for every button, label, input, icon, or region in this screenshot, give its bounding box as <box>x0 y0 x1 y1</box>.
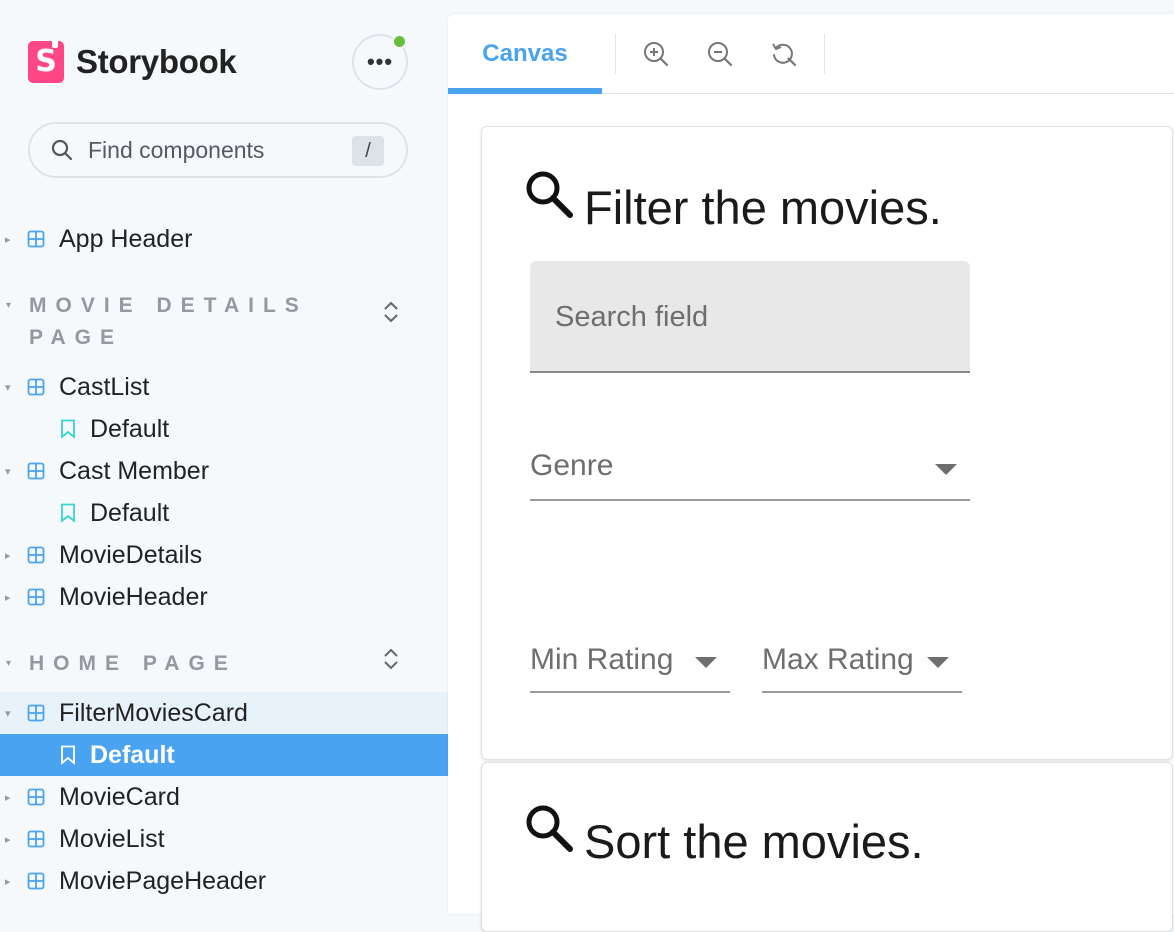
tree-item-movielist[interactable]: ▸ MovieList <box>0 818 448 860</box>
story-item-filtermoviescard-default[interactable]: Default <box>0 734 448 776</box>
toolbar-divider <box>615 34 616 74</box>
tree-item-filtermoviescard[interactable]: ▾ FilterMoviesCard <box>0 692 448 734</box>
component-icon <box>27 378 45 396</box>
component-tree: ▸ App Header ▾ MOVIE DETAILS PAGE ▾ Cast… <box>0 218 448 902</box>
expanded-arrow-icon: ▾ <box>6 300 12 311</box>
toolbar: Canvas <box>448 14 1174 94</box>
dropdown-arrow-icon <box>935 464 957 475</box>
sidebar: S Storybook ••• / ▸ App Header ▾ MOVIE <box>0 0 448 914</box>
search-field-label: Search field <box>555 301 709 333</box>
card-title: Filter the movies. <box>584 181 942 234</box>
tree-item-movieheader[interactable]: ▸ MovieHeader <box>0 576 448 618</box>
story-label: Default <box>90 498 170 527</box>
search-icon <box>526 171 573 218</box>
min-rating-select[interactable]: Min Rating <box>530 643 730 693</box>
search-input[interactable] <box>88 136 338 164</box>
brand[interactable]: S Storybook <box>28 39 237 84</box>
zoom-in-button[interactable] <box>640 38 672 70</box>
section-title: HOME PAGE <box>29 652 237 675</box>
filter-movies-card: Filter the movies. Search field Genre Mi… <box>481 126 1173 760</box>
brand-name: Storybook <box>76 43 237 80</box>
expand-collapse-icon[interactable] <box>380 646 402 672</box>
tree-item-label: Cast Member <box>59 456 210 485</box>
story-label: Default <box>90 414 170 443</box>
search-icon <box>526 805 573 852</box>
section-movie-details-page[interactable]: ▾ MOVIE DETAILS PAGE <box>0 290 398 354</box>
bookmark-icon <box>61 419 75 439</box>
component-icon <box>27 788 45 806</box>
expanded-arrow-icon: ▾ <box>5 707 11 720</box>
genre-select[interactable]: Genre <box>530 449 970 501</box>
bookmark-icon <box>61 745 75 765</box>
tree-item-label: MovieDetails <box>59 540 203 569</box>
search-shortcut-key: / <box>352 136 384 166</box>
filter-card-header: Filter the movies. <box>522 167 942 235</box>
reset-zoom-icon <box>772 43 797 67</box>
max-rating-select[interactable]: Max Rating <box>762 643 962 693</box>
tree-item-castlist[interactable]: ▾ CastList <box>0 366 448 408</box>
tree-item-label: MovieHeader <box>59 582 208 611</box>
card-title: Sort the movies. <box>584 815 924 868</box>
collapsed-arrow-icon: ▸ <box>5 549 11 562</box>
sort-card-header: Sort the movies. <box>522 801 924 869</box>
component-icon <box>27 230 45 248</box>
search-field[interactable]: Search field <box>530 261 970 373</box>
collapsed-arrow-icon: ▸ <box>5 791 11 804</box>
expand-collapse-icon[interactable] <box>380 299 402 325</box>
dropdown-arrow-icon <box>695 657 717 668</box>
ellipsis-icon: ••• <box>366 49 394 74</box>
zoom-in-icon <box>644 42 669 67</box>
story-item-cast-member-default[interactable]: Default <box>0 492 448 534</box>
tree-item-label: MovieList <box>59 824 165 853</box>
dropdown-arrow-icon <box>927 657 949 668</box>
component-icon <box>27 830 45 848</box>
story-label: Default <box>90 740 175 769</box>
toolbar-divider <box>824 34 825 74</box>
tree-item-app-header[interactable]: ▸ App Header <box>0 218 448 260</box>
component-icon <box>27 872 45 890</box>
genre-label: Genre <box>530 449 614 482</box>
collapsed-arrow-icon: ▸ <box>5 233 11 246</box>
tree-item-moviepageheader[interactable]: ▸ MoviePageHeader <box>0 860 448 902</box>
zoom-out-icon <box>708 42 733 67</box>
expanded-arrow-icon: ▾ <box>5 381 11 394</box>
tab-canvas[interactable]: Canvas <box>448 14 602 94</box>
sort-movies-card: Sort the movies. <box>481 762 1173 932</box>
section-title: MOVIE DETAILS PAGE <box>29 294 308 349</box>
component-icon <box>27 704 45 722</box>
tree-item-label: App Header <box>59 224 193 253</box>
search-icon <box>51 139 73 161</box>
component-icon <box>27 588 45 606</box>
collapsed-arrow-icon: ▸ <box>5 875 11 888</box>
collapsed-arrow-icon: ▸ <box>5 833 11 846</box>
collapsed-arrow-icon: ▸ <box>5 591 11 604</box>
active-tab-indicator <box>448 88 602 94</box>
component-icon <box>27 546 45 564</box>
tree-item-moviedetails[interactable]: ▸ MovieDetails <box>0 534 448 576</box>
zoom-out-button[interactable] <box>704 38 736 70</box>
status-dot-icon <box>392 34 407 49</box>
tree-item-cast-member[interactable]: ▾ Cast Member <box>0 450 448 492</box>
story-item-castlist-default[interactable]: Default <box>0 408 448 450</box>
expanded-arrow-icon: ▾ <box>5 465 11 478</box>
section-home-page[interactable]: ▾ HOME PAGE <box>0 648 398 680</box>
tree-item-moviecard[interactable]: ▸ MovieCard <box>0 776 448 818</box>
tree-item-label: MovieCard <box>59 782 180 811</box>
search-box[interactable]: / <box>28 122 408 178</box>
max-rating-label: Max Rating <box>762 643 914 676</box>
tree-item-label: CastList <box>59 372 150 401</box>
component-icon <box>27 462 45 480</box>
tree-item-label: FilterMoviesCard <box>59 698 248 727</box>
min-rating-label: Min Rating <box>530 643 674 676</box>
storybook-logo-icon: S <box>28 39 64 83</box>
bookmark-icon <box>61 503 75 523</box>
expanded-arrow-icon: ▾ <box>6 658 12 669</box>
preview-panel: Canvas Filter the movies. Search field G… <box>448 14 1174 932</box>
tree-item-label: MoviePageHeader <box>59 866 267 895</box>
reset-zoom-button[interactable] <box>768 38 800 70</box>
